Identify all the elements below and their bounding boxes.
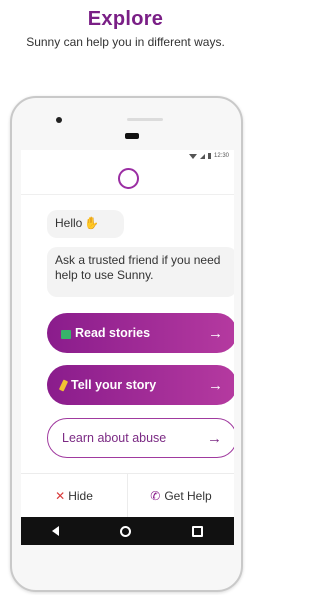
chat-bubble-message: Ask a trusted friend if you need help to… [47,247,234,297]
status-time: 12:30 [213,153,229,159]
read-stories-label: Read stories [75,326,151,340]
front-camera [125,133,139,139]
tell-story-button[interactable]: Tell your story → [47,365,234,405]
page-header: Explore Sunny can help you in different … [0,0,251,50]
recent-apps-icon[interactable] [192,525,204,537]
get-help-button[interactable]: ✆ Get Help [127,474,234,518]
android-nav-bar [21,517,234,545]
greeting-text: Hello [55,216,83,230]
page-subtitle: Sunny can help you in different ways. [26,35,225,49]
arrow-right-icon: → [207,429,222,447]
hide-button[interactable]: ✕ Hide [21,474,127,518]
tell-story-label: Tell your story [71,378,157,392]
hide-label: Hide [68,489,93,503]
learn-about-abuse-label: Learn about abuse [62,431,167,445]
phone-screen: 12:30 Hello ✋ Ask a trusted friend if you… [21,150,234,545]
arrow-right-icon: → [208,376,223,394]
signal-icon [199,153,205,159]
speaker-grille [127,118,163,121]
home-icon[interactable] [119,525,131,537]
wifi-icon [188,153,197,159]
sensor-dot [56,117,62,123]
pencil-icon [58,378,69,392]
learn-about-abuse-button[interactable]: Learn about abuse → [47,418,234,458]
page-title: Explore [87,8,164,30]
status-bar: 12:30 [21,150,234,164]
waving-hand-icon: ✋ [84,216,100,230]
sunny-logo-icon [118,168,139,189]
battery-icon [207,153,211,159]
close-icon: ✕ [55,489,66,503]
chat-bubble-greeting: Hello ✋ [47,210,124,238]
get-help-label: Get Help [164,489,212,503]
back-icon[interactable] [51,526,59,536]
bottom-action-bar: ✕ Hide ✆ Get Help [21,473,234,518]
message-text: Ask a trusted friend if you need help to… [55,253,221,282]
arrow-right-icon: → [208,324,223,342]
book-icon [61,329,71,339]
divider [21,194,234,195]
phone-icon: ✆ [150,489,161,503]
phone-frame: 12:30 Hello ✋ Ask a trusted friend if you… [10,96,243,592]
read-stories-button[interactable]: Read stories → [47,313,234,353]
